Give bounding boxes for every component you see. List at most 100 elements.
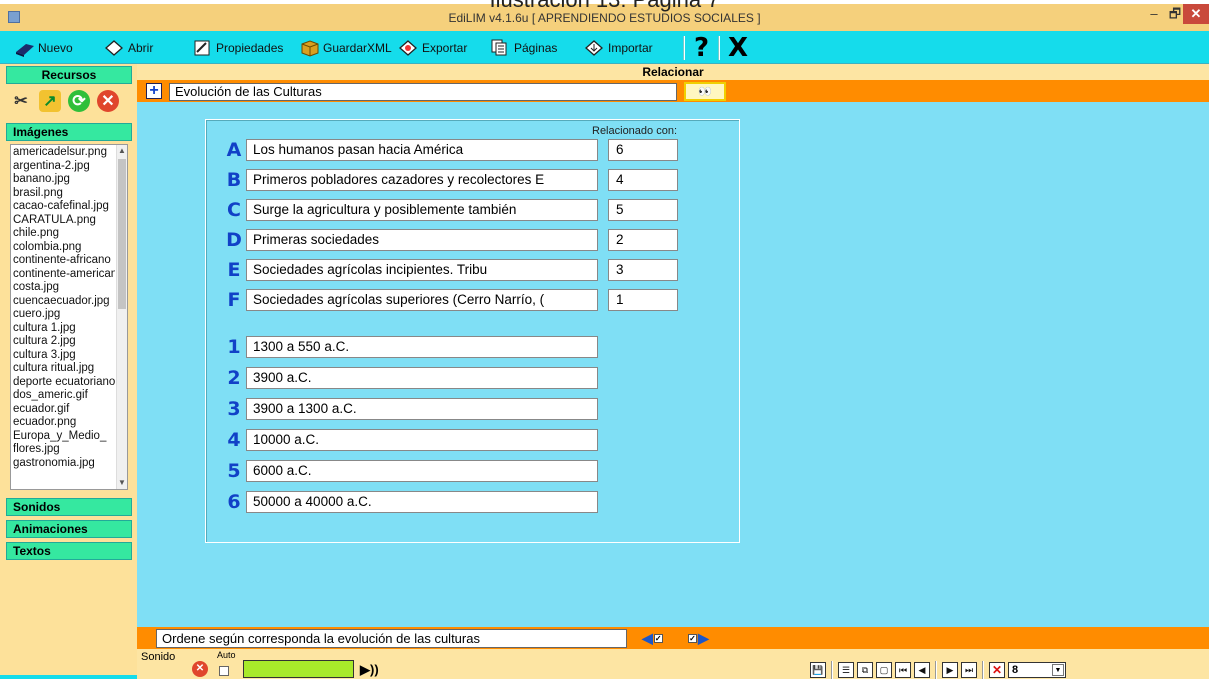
list-icon[interactable]: ☰	[838, 662, 854, 678]
image-file-item[interactable]: argentina-2.jpg	[13, 160, 115, 174]
image-file-list[interactable]: americadelsur.png argentina-2.jpg banano.j…	[10, 144, 128, 490]
related-number-input[interactable]: 5	[608, 199, 678, 221]
image-file-item[interactable]: flores.jpg	[13, 443, 115, 457]
related-number-input[interactable]: 2	[608, 229, 678, 251]
image-file-item[interactable]: CARATULA.png	[13, 214, 115, 228]
image-file-item[interactable]: continente-americano	[13, 268, 115, 282]
save-icon[interactable]: 💾	[810, 662, 826, 678]
refresh-icon[interactable]: ⟳	[68, 90, 90, 112]
sound-volume-slider[interactable]	[243, 660, 354, 678]
image-file-item[interactable]: chile.png	[13, 227, 115, 241]
new-button[interactable]: Nuevo	[14, 37, 73, 59]
page-title-input[interactable]: Evolución de las Culturas	[169, 83, 677, 101]
related-number-input[interactable]: 6	[608, 139, 678, 161]
previous-checkbox[interactable]: ✓	[653, 633, 663, 643]
image-file-item[interactable]: costa.jpg	[13, 281, 115, 295]
image-file-item[interactable]: cultura 3.jpg	[13, 349, 115, 363]
item-text-input[interactable]: Sociedades agrícolas incipientes. Tribu	[246, 259, 598, 281]
image-file-item[interactable]: americadelsur.png	[13, 146, 115, 160]
scroll-thumb[interactable]	[118, 159, 126, 309]
instruction-input[interactable]: Ordene según corresponda la evolución de…	[156, 629, 627, 648]
target-text-input[interactable]: 3900 a.C.	[246, 367, 598, 389]
image-file-item[interactable]: dos_americ.gif	[13, 389, 115, 403]
sidebar-bottom-strip	[0, 675, 137, 679]
target-number: 6	[227, 491, 241, 513]
image-file-item[interactable]: cultura ritual.jpg	[13, 362, 115, 376]
item-text-input[interactable]: Sociedades agrícolas superiores (Cerro N…	[246, 289, 598, 311]
target-text-input[interactable]: 50000 a 40000 a.C.	[246, 491, 598, 513]
image-file-item[interactable]: deporte ecuatoriano	[13, 376, 115, 390]
target-text-input[interactable]: 3900 a 1300 a.C.	[246, 398, 598, 420]
activity-type-title: Relacionar	[137, 64, 1209, 80]
next-page-icon[interactable]: ▶	[942, 662, 958, 678]
texts-section[interactable]: Textos	[6, 542, 132, 560]
first-page-icon[interactable]: ⏮	[895, 662, 911, 678]
next-page-arrow[interactable]: ✓ ▶	[688, 630, 709, 646]
image-file-item[interactable]: cacao-cafefinal.jpg	[13, 200, 115, 214]
pages-button[interactable]: Páginas	[490, 37, 557, 59]
exit-button[interactable]: X	[728, 33, 748, 63]
scroll-down-icon[interactable]: ▼	[117, 477, 127, 489]
related-with-label: Relacionado con:	[592, 125, 678, 137]
import-button[interactable]: Importar	[584, 37, 653, 59]
image-file-item[interactable]: ecuador.png	[13, 416, 115, 430]
previous-page-arrow[interactable]: ◀ ✓	[642, 630, 663, 646]
image-file-item[interactable]: banano.jpg	[13, 173, 115, 187]
add-folder-icon[interactable]: ↗	[39, 90, 61, 112]
add-page-icon[interactable]: +	[146, 83, 162, 99]
copy-page-icon[interactable]: ⧉	[857, 662, 873, 678]
export-button[interactable]: Exportar	[398, 37, 467, 59]
auto-checkbox[interactable]	[219, 666, 229, 676]
remove-icon[interactable]: ✕	[97, 90, 119, 112]
images-section[interactable]: Imágenes	[6, 123, 132, 141]
prev-page-icon[interactable]: ◀	[914, 662, 930, 678]
scissors-icon[interactable]: ✂	[10, 90, 32, 112]
image-file-item[interactable]: cuero.jpg	[13, 308, 115, 322]
item-letter: C	[227, 199, 241, 221]
save-xml-button[interactable]: GuardarXML	[299, 37, 392, 59]
item-text-input[interactable]: Los humanos pasan hacia América	[246, 139, 598, 161]
image-file-item[interactable]: colombia.png	[13, 241, 115, 255]
target-text-input[interactable]: 6000 a.C.	[246, 460, 598, 482]
scroll-up-icon[interactable]: ▲	[117, 145, 127, 157]
close-button[interactable]: ✕	[1183, 4, 1209, 24]
preview-icon[interactable]: 👀	[684, 82, 726, 101]
animations-section[interactable]: Animaciones	[6, 520, 132, 538]
item-text-input[interactable]: Primeros pobladores cazadores y recolect…	[246, 169, 598, 191]
save-box-icon	[299, 38, 319, 58]
last-page-icon[interactable]: ⏭	[961, 662, 977, 678]
image-file-item[interactable]: cultura 1.jpg	[13, 322, 115, 336]
play-sound-icon[interactable]: ▶))	[360, 662, 379, 678]
next-checkbox[interactable]: ✓	[688, 633, 697, 643]
chevron-down-icon[interactable]: ▼	[1052, 664, 1064, 676]
sound-remove-icon[interactable]: ✕	[192, 661, 208, 677]
properties-button[interactable]: Propiedades	[192, 37, 283, 59]
window-title: EdiLIM v4.1.6u [ APRENDIENDO ESTUDIOS SO…	[448, 11, 761, 25]
image-file-item[interactable]: gastronomia.jpg	[13, 457, 115, 471]
new-page-icon[interactable]: ▢	[876, 662, 892, 678]
target-text-input[interactable]: 1300 a 550 a.C.	[246, 336, 598, 358]
save-xml-label: GuardarXML	[323, 41, 392, 55]
image-file-item[interactable]: brasil.png	[13, 187, 115, 201]
sounds-section[interactable]: Sonidos	[6, 498, 132, 516]
related-number-input[interactable]: 4	[608, 169, 678, 191]
delete-page-icon[interactable]: ✕	[989, 662, 1005, 678]
target-text-input[interactable]: 10000 a.C.	[246, 429, 598, 451]
image-file-item[interactable]: ecuador.gif	[13, 403, 115, 417]
related-number-input[interactable]: 1	[608, 289, 678, 311]
help-button[interactable]: ?	[694, 33, 709, 63]
image-file-item[interactable]: Europa_y_Medio_	[13, 430, 115, 444]
open-button[interactable]: Abrir	[104, 37, 153, 59]
page-navigator: 💾 ☰ ⧉ ▢ ⏮ ◀ ▶ ⏭ ✕ 8 ▼	[810, 661, 1066, 679]
sound-bar: Sonido ✕ Auto ▶)) 💾 ☰ ⧉ ▢ ⏮ ◀ ▶ ⏭ ✕ 8 ▼	[137, 649, 1209, 679]
image-file-item[interactable]: cuencaecuador.jpg	[13, 295, 115, 309]
page-number: 8	[1012, 664, 1019, 676]
image-file-item[interactable]: cultura 2.jpg	[13, 335, 115, 349]
item-text-input[interactable]: Primeras sociedades	[246, 229, 598, 251]
file-list-scrollbar[interactable]: ▲ ▼	[116, 145, 127, 489]
item-text-input[interactable]: Surge la agricultura y posiblemente tamb…	[246, 199, 598, 221]
page-select[interactable]: 8 ▼	[1008, 662, 1066, 678]
image-file-item[interactable]: continente-africano	[13, 254, 115, 268]
target-item-row: 6 50000 a 40000 a.C.	[206, 490, 741, 514]
related-number-input[interactable]: 3	[608, 259, 678, 281]
